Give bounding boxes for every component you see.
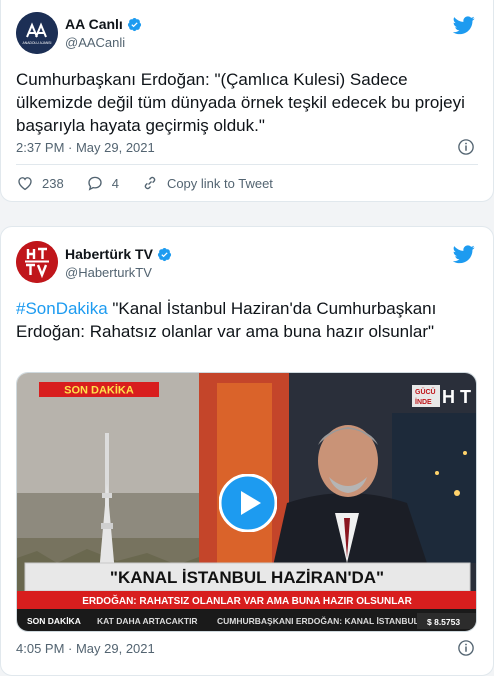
info-icon[interactable]: [457, 138, 475, 156]
avatar-logo-text: ANADOLU AJANSI: [22, 41, 51, 45]
haberturk-logo-icon: [16, 241, 58, 283]
timestamp[interactable]: 4:05 PM · May 29, 2021: [16, 641, 155, 656]
headline-text: "KANAL İSTANBUL HAZİRAN'DA": [110, 568, 384, 587]
action-bar: 238 4 Copy link to Tweet: [16, 174, 295, 192]
info-icon[interactable]: [457, 639, 475, 657]
reply-bubble-icon: [88, 176, 102, 191]
verified-badge-icon: [157, 247, 171, 261]
like-button[interactable]: 238: [16, 174, 64, 192]
display-name[interactable]: AA Canlı: [65, 16, 123, 32]
copy-link-label: Copy link to Tweet: [166, 175, 273, 191]
link-icon: [144, 176, 156, 190]
tweet-text: Cumhurbaşkanı Erdoğan: "(Çamlıca Kulesi)…: [16, 70, 465, 135]
corner-logo-text-2: İNDE: [415, 398, 432, 406]
video-player[interactable]: GÜCÜ İNDE H T SON DAKİKA "KANAL İSTANBUL…: [16, 372, 477, 632]
heart-icon: [18, 177, 32, 191]
reply-count: 4: [111, 175, 119, 191]
twitter-bird-icon[interactable]: [453, 14, 475, 36]
reply-button[interactable]: 4: [86, 174, 119, 192]
ticker-price: $ 8.5753: [427, 617, 460, 627]
timestamp[interactable]: 2:37 PM · May 29, 2021: [16, 140, 155, 155]
twitter-bird-icon[interactable]: [453, 243, 475, 265]
tweet-card-haberturk[interactable]: Habertürk TV @HaberturkTV #SonDakika "Ka…: [0, 226, 494, 676]
son-dakika-badge: SON DAKİKA: [64, 384, 134, 397]
ticker-item-2: CUMHURBAŞKANI ERDOĞAN: KANAL İSTANBUL: [217, 615, 419, 626]
avatar-aa[interactable]: ANADOLU AJANSI: [16, 12, 58, 54]
play-button-icon[interactable]: [219, 474, 277, 532]
tweet-card-aa[interactable]: ANADOLU AJANSI AA Canlı @AACanli Cumhurb…: [0, 0, 494, 202]
divider: [16, 164, 478, 165]
display-name[interactable]: Habertürk TV: [65, 246, 153, 262]
hashtag-link[interactable]: #SonDakika: [16, 299, 108, 318]
author-block[interactable]: AA Canlı @AACanli: [65, 16, 142, 50]
subline-text: ERDOĞAN: RAHATSIZ OLANLAR VAR AMA BUNA H…: [82, 594, 412, 607]
channel-logo: H T: [442, 387, 471, 407]
tweet-text-block: #SonDakika "Kanal İstanbul Haziran'da Cu…: [16, 297, 479, 343]
avatar-haberturk[interactable]: [16, 241, 58, 283]
like-count: 238: [42, 175, 64, 191]
handle[interactable]: @AACanli: [65, 35, 142, 50]
copy-link-button[interactable]: Copy link to Tweet: [141, 174, 273, 192]
ticker-item-1: KAT DAHA ARTACAKTIR: [97, 616, 198, 626]
ticker-label: SON DAKİKA: [27, 616, 81, 626]
author-block[interactable]: Habertürk TV @HaberturkTV: [65, 246, 172, 280]
verified-badge-icon: [127, 17, 141, 31]
handle[interactable]: @HaberturkTV: [65, 265, 172, 280]
corner-logo-text: GÜCÜ: [415, 387, 436, 396]
anadolu-logo-icon: ANADOLU AJANSI: [16, 12, 58, 54]
